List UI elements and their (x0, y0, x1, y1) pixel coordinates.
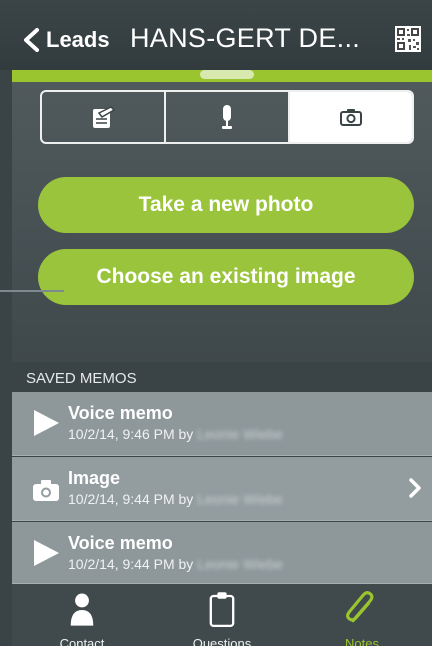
tab-notes[interactable]: Notes (292, 584, 432, 646)
list-item[interactable]: Image 10/2/14, 9:44 PM by Leonie Wiebe (12, 457, 432, 521)
qr-code-icon[interactable] (395, 26, 421, 52)
memo-author: Leonie Wiebe (197, 491, 283, 507)
take-photo-button[interactable]: Take a new photo (38, 177, 414, 233)
saved-memos-header: SAVED MEMOS (12, 362, 432, 392)
tab-label: Notes (345, 636, 379, 646)
chevron-left-icon (24, 28, 39, 52)
tab-questions[interactable]: Questions (152, 584, 292, 646)
list-item[interactable]: Voice memo 10/2/14, 9:46 PM by Leonie Wi… (12, 392, 432, 456)
memo-meta: 10/2/14, 9:44 PM by Leonie Wiebe (68, 556, 283, 572)
chevron-right-icon (409, 478, 421, 498)
clipboard-icon (209, 592, 235, 628)
media-type-segmented-control (40, 90, 414, 144)
memo-title: Voice memo (68, 403, 173, 423)
play-icon (34, 540, 59, 566)
tab-voice-memo[interactable] (166, 92, 290, 142)
memo-author: Leonie Wiebe (197, 426, 283, 442)
microphone-icon (222, 105, 232, 129)
memo-author: Leonie Wiebe (197, 556, 283, 572)
memo-meta: 10/2/14, 9:44 PM by Leonie Wiebe (68, 491, 283, 507)
paperclip-icon (346, 591, 374, 623)
camera-icon (340, 109, 362, 126)
camera-icon (33, 480, 59, 501)
list-item[interactable]: Voice memo 10/2/14, 9:44 PM by Leonie Wi… (12, 522, 432, 584)
page-title: HANS-GERT DE... (130, 23, 361, 53)
pointer-line (0, 290, 64, 292)
play-icon (34, 410, 59, 436)
page-indicator (200, 70, 254, 79)
tab-text-note[interactable] (42, 92, 166, 142)
choose-image-button[interactable]: Choose an existing image (38, 249, 414, 305)
tab-bar: Contact Questions Notes (12, 584, 432, 646)
notes-icon (93, 106, 116, 128)
back-button[interactable]: Leads (22, 20, 110, 60)
back-label: Leads (46, 27, 110, 52)
tab-label: Questions (192, 636, 252, 646)
memo-title: Voice memo (68, 533, 173, 553)
tab-photo[interactable] (290, 92, 412, 142)
tab-label: Contact (59, 636, 105, 646)
tab-contact[interactable]: Contact (12, 584, 152, 646)
person-icon (70, 593, 94, 626)
navigation-bar: Leads HANS-GERT DE... (0, 0, 432, 70)
memo-meta: 10/2/14, 9:46 PM by Leonie Wiebe (68, 426, 283, 442)
memo-title: Image (68, 468, 121, 488)
